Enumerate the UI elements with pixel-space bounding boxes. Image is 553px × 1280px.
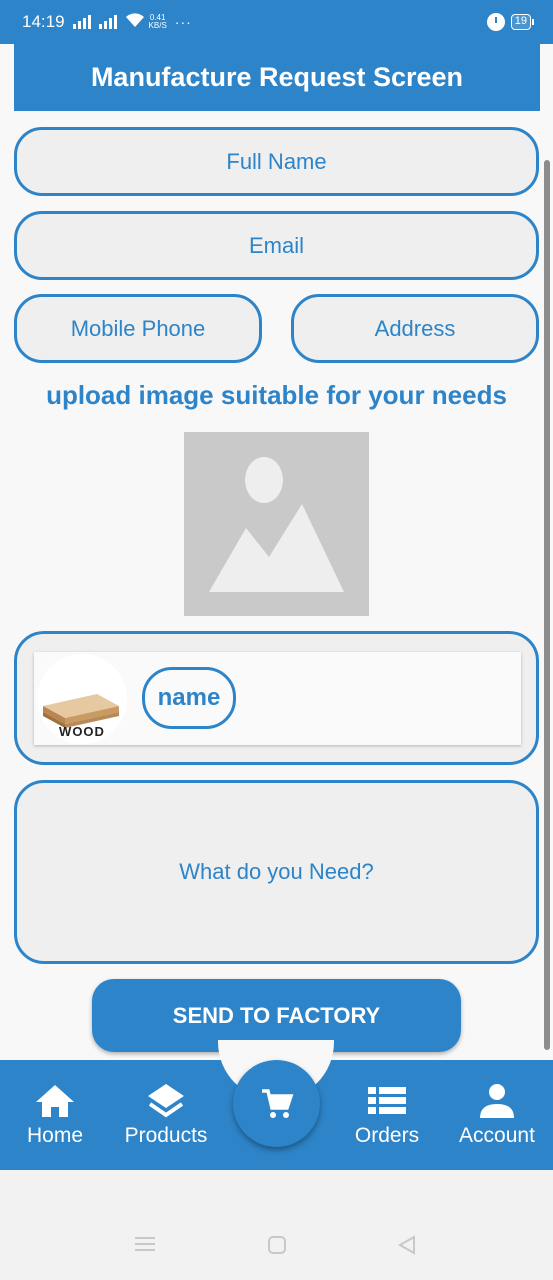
mobile-phone-placeholder: Mobile Phone (70, 315, 206, 341)
status-bar: 14:19 0.41 KB/S ··· 19 (0, 0, 553, 44)
speed-unit: KB/S (148, 21, 167, 30)
need-placeholder: What do you Need? (179, 859, 374, 884)
email-placeholder: Email (248, 232, 304, 258)
product-name-chip[interactable]: name (142, 667, 236, 729)
list-icon (368, 1087, 406, 1114)
cart-icon (261, 1088, 293, 1118)
more-notifications: ··· (174, 14, 192, 30)
full-name-field[interactable]: Full Name (14, 127, 539, 196)
nav-orders-label: Orders (354, 1124, 420, 1147)
address-placeholder: Address (374, 315, 456, 341)
nav-products[interactable]: Products (111, 1078, 221, 1148)
signal-icon (72, 15, 91, 29)
page-title: Manufacture Request Screen (14, 44, 540, 111)
signal-icon-2 (98, 15, 117, 29)
person-icon (480, 1084, 514, 1118)
email-field[interactable]: Email (14, 211, 539, 280)
nav-home-label: Home (26, 1124, 84, 1147)
image-placeholder-icon[interactable] (184, 432, 369, 616)
wood-label: WOOD (59, 724, 105, 739)
nav-account[interactable]: Account (442, 1078, 552, 1148)
network-speed: 0.41 KB/S (149, 14, 167, 30)
wifi-icon (125, 12, 145, 33)
alarm-icon (486, 13, 505, 31)
system-navigation-bar (0, 1170, 553, 1280)
back-icon[interactable] (397, 1235, 417, 1260)
nav-orders[interactable]: Orders (332, 1078, 442, 1148)
menu-icon[interactable] (134, 1235, 156, 1258)
full-name-placeholder: Full Name (226, 148, 327, 174)
layers-icon (148, 1084, 184, 1118)
product-card[interactable]: WOOD name (34, 652, 521, 745)
upload-image-label: upload image suitable for your needs (46, 380, 507, 410)
product-selector: WOOD name (14, 631, 539, 765)
nav-account-label: Account (459, 1124, 535, 1147)
address-field[interactable]: Address (291, 294, 539, 363)
nav-products-label: Products (124, 1124, 208, 1147)
status-time: 14:19 (22, 12, 65, 31)
need-description-field[interactable]: What do you Need? (14, 780, 539, 964)
battery-icon: 19 (510, 14, 535, 30)
cart-button[interactable] (233, 1060, 320, 1147)
home-icon (36, 1085, 74, 1117)
wood-product-image: WOOD (37, 654, 127, 744)
nav-home[interactable]: Home (0, 1078, 110, 1148)
scrollbar[interactable] (544, 160, 550, 1050)
mobile-phone-field[interactable]: Mobile Phone (14, 294, 262, 363)
home-square-icon[interactable] (267, 1235, 287, 1260)
